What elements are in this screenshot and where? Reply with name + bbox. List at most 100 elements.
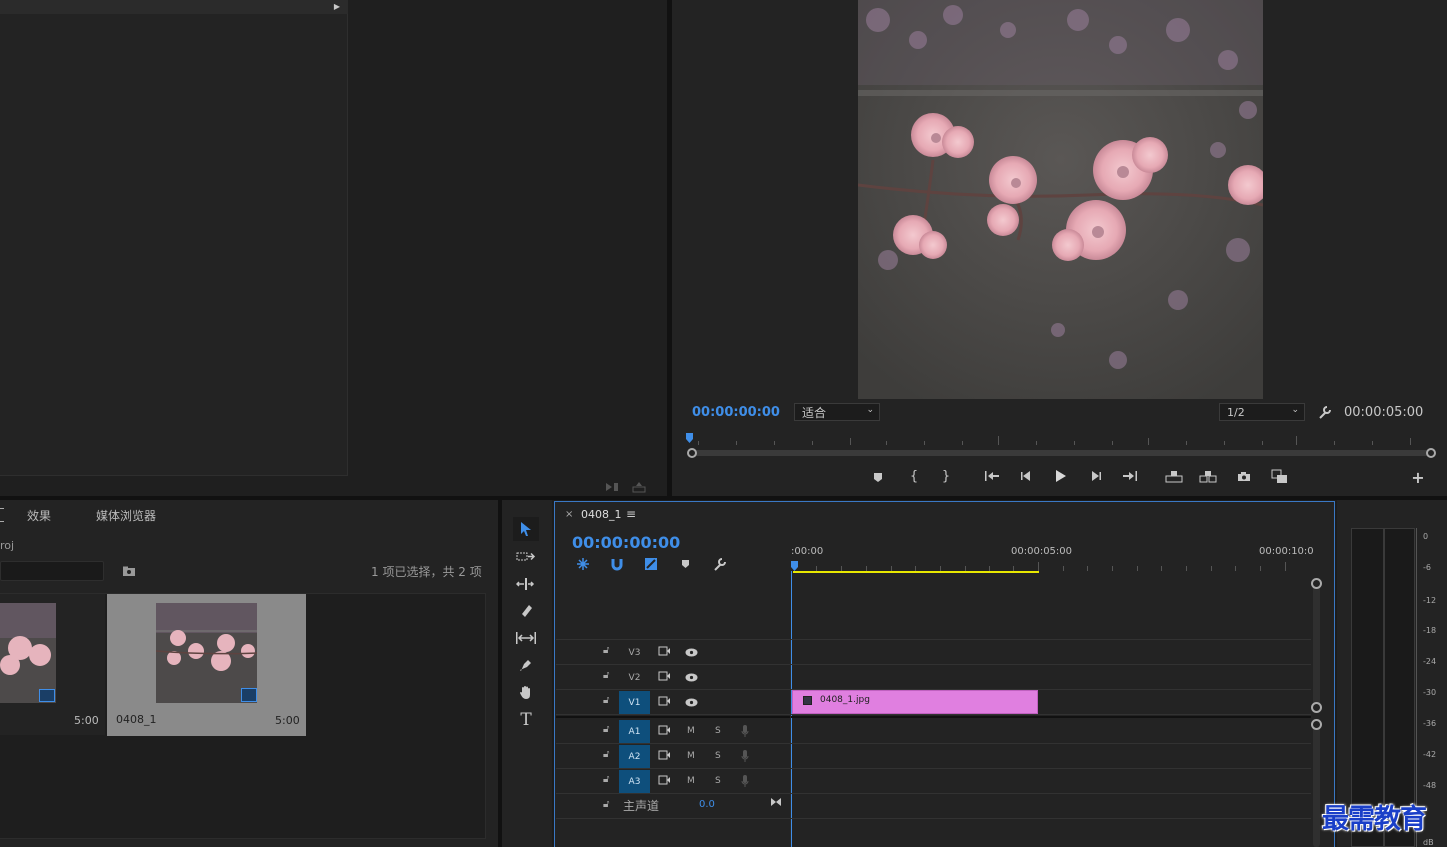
lock-icon[interactable]: 🔓︎ (603, 799, 613, 811)
sync-lock-icon[interactable] (657, 670, 671, 682)
compare-view-icon[interactable] (1269, 467, 1289, 485)
sync-lock-icon[interactable] (657, 774, 671, 786)
microphone-icon[interactable] (739, 749, 751, 763)
ripple-edit-tool-icon[interactable] (513, 573, 539, 595)
solo-button[interactable]: S (715, 726, 721, 736)
play-arrow-icon[interactable]: ▶ (332, 1, 342, 12)
camera-icon[interactable] (1235, 468, 1253, 484)
work-area-bar[interactable] (793, 571, 1039, 573)
eye-icon[interactable] (684, 646, 698, 658)
watermark-logo: 最需教育 (1322, 804, 1427, 835)
play-icon[interactable] (1052, 467, 1070, 485)
search-input[interactable] (0, 561, 104, 581)
pen-tool-icon[interactable] (513, 654, 539, 676)
project-item[interactable]: 5:00 (0, 594, 105, 735)
lock-icon[interactable]: 🔓︎ (603, 774, 613, 786)
sequence-tab-title[interactable]: 0408_1 (581, 508, 622, 521)
mute-button[interactable]: M (687, 776, 695, 786)
sync-lock-icon[interactable] (657, 749, 671, 761)
hand-tool-icon[interactable] (513, 681, 539, 703)
lock-icon[interactable]: 🔓︎ (603, 695, 613, 707)
lock-icon[interactable]: 🔓︎ (603, 724, 613, 736)
tab-effects[interactable]: 效果 (27, 507, 51, 524)
solo-button[interactable]: S (715, 751, 721, 761)
item-name[interactable]: 0408_1 (116, 713, 157, 726)
go-to-out-icon[interactable] (1121, 468, 1139, 484)
lock-icon[interactable]: 🔓︎ (603, 645, 613, 657)
wrench-icon[interactable] (1316, 404, 1332, 420)
audio-scrollbar[interactable] (1313, 722, 1320, 847)
track-label-a2[interactable]: A2 (619, 745, 650, 768)
lift-icon[interactable] (1164, 468, 1184, 484)
track-divider (556, 664, 1311, 665)
snap-icon[interactable] (609, 556, 625, 572)
slip-tool-icon[interactable] (513, 627, 539, 649)
scroll-handle-bottom[interactable] (1311, 702, 1322, 713)
program-duration: 00:00:05:00 (1344, 405, 1424, 420)
program-playhead-timecode[interactable]: 00:00:00:00 (692, 405, 780, 420)
program-playhead[interactable] (686, 433, 693, 443)
meter-label: dB (1423, 838, 1434, 847)
panel-menu-icon[interactable]: ≡ (626, 507, 636, 521)
source-monitor-panel: ▶ (0, 0, 667, 496)
meter-label: -18 (1423, 626, 1437, 635)
add-button-icon[interactable]: + (1410, 468, 1426, 487)
track-label-a3[interactable]: A3 (619, 770, 650, 793)
source-viewer (0, 14, 348, 476)
meter-label: -30 (1423, 688, 1437, 697)
zoom-handle-right[interactable] (1426, 448, 1436, 458)
step-back-icon[interactable] (1018, 468, 1034, 484)
mark-in-icon[interactable]: { (906, 468, 922, 484)
video-scrollbar[interactable] (1313, 580, 1320, 710)
add-marker-icon[interactable] (678, 557, 692, 571)
lock-icon[interactable]: 🔓︎ (603, 670, 613, 682)
solo-button[interactable]: S (715, 776, 721, 786)
mute-button[interactable]: M (687, 751, 695, 761)
sync-lock-icon[interactable] (657, 645, 671, 657)
scroll-handle-top[interactable] (1311, 719, 1322, 730)
nest-icon[interactable] (575, 556, 591, 572)
video-audio-separator[interactable] (556, 716, 1311, 718)
microphone-icon[interactable] (739, 774, 751, 788)
tab-menu-glyph[interactable] (0, 508, 4, 522)
type-tool-icon[interactable]: T (513, 708, 539, 732)
program-zoom-bar[interactable] (690, 450, 1430, 456)
sync-lock-icon[interactable] (657, 724, 671, 736)
linked-selection-icon[interactable] (643, 556, 659, 572)
track-label-v1[interactable]: V1 (619, 691, 650, 714)
insert-icon[interactable] (604, 480, 620, 494)
extract-icon[interactable] (1198, 468, 1218, 484)
resolution-select[interactable]: 1/2 ⌄ (1219, 403, 1305, 421)
sync-lock-icon[interactable] (657, 695, 671, 707)
fit-select[interactable]: 适合 ⌄ (794, 403, 880, 421)
step-forward-icon[interactable] (1088, 468, 1104, 484)
master-volume-value[interactable]: 0.0 (699, 799, 715, 810)
zoom-handle-left[interactable] (687, 448, 697, 458)
go-to-edit-point-icon[interactable] (769, 796, 783, 808)
mark-out-icon[interactable]: } (938, 468, 954, 484)
lock-icon[interactable]: 🔓︎ (603, 749, 613, 761)
eye-icon[interactable] (684, 671, 698, 683)
timeline-clip[interactable]: 0408_1.jpg (792, 690, 1038, 714)
microphone-icon[interactable] (739, 724, 751, 738)
meter-label: -12 (1423, 596, 1437, 605)
track-label-v2[interactable]: V2 (619, 666, 650, 689)
track-select-tool-icon[interactable] (513, 546, 539, 568)
timeline-settings-wrench-icon[interactable] (711, 556, 727, 572)
program-ruler[interactable] (686, 433, 1436, 446)
mute-button[interactable]: M (687, 726, 695, 736)
track-label-a1[interactable]: A1 (619, 720, 650, 743)
track-label-v3[interactable]: V3 (619, 641, 650, 664)
selection-tool-icon[interactable] (513, 517, 539, 541)
new-bin-icon[interactable] (120, 563, 138, 579)
eye-icon[interactable] (684, 696, 698, 708)
go-to-in-icon[interactable] (983, 468, 1001, 484)
razor-tool-icon[interactable] (513, 600, 539, 622)
close-sequence-icon[interactable]: × (565, 509, 573, 520)
add-marker-icon[interactable] (870, 469, 886, 485)
tab-media-browser[interactable]: 媒体浏览器 (96, 507, 156, 524)
export-icon[interactable] (631, 480, 647, 494)
timeline-timecode[interactable]: 00:00:00:00 (572, 533, 680, 552)
project-item-selected[interactable]: 0408_1 5:00 (107, 594, 306, 736)
scroll-handle-top[interactable] (1311, 578, 1322, 589)
